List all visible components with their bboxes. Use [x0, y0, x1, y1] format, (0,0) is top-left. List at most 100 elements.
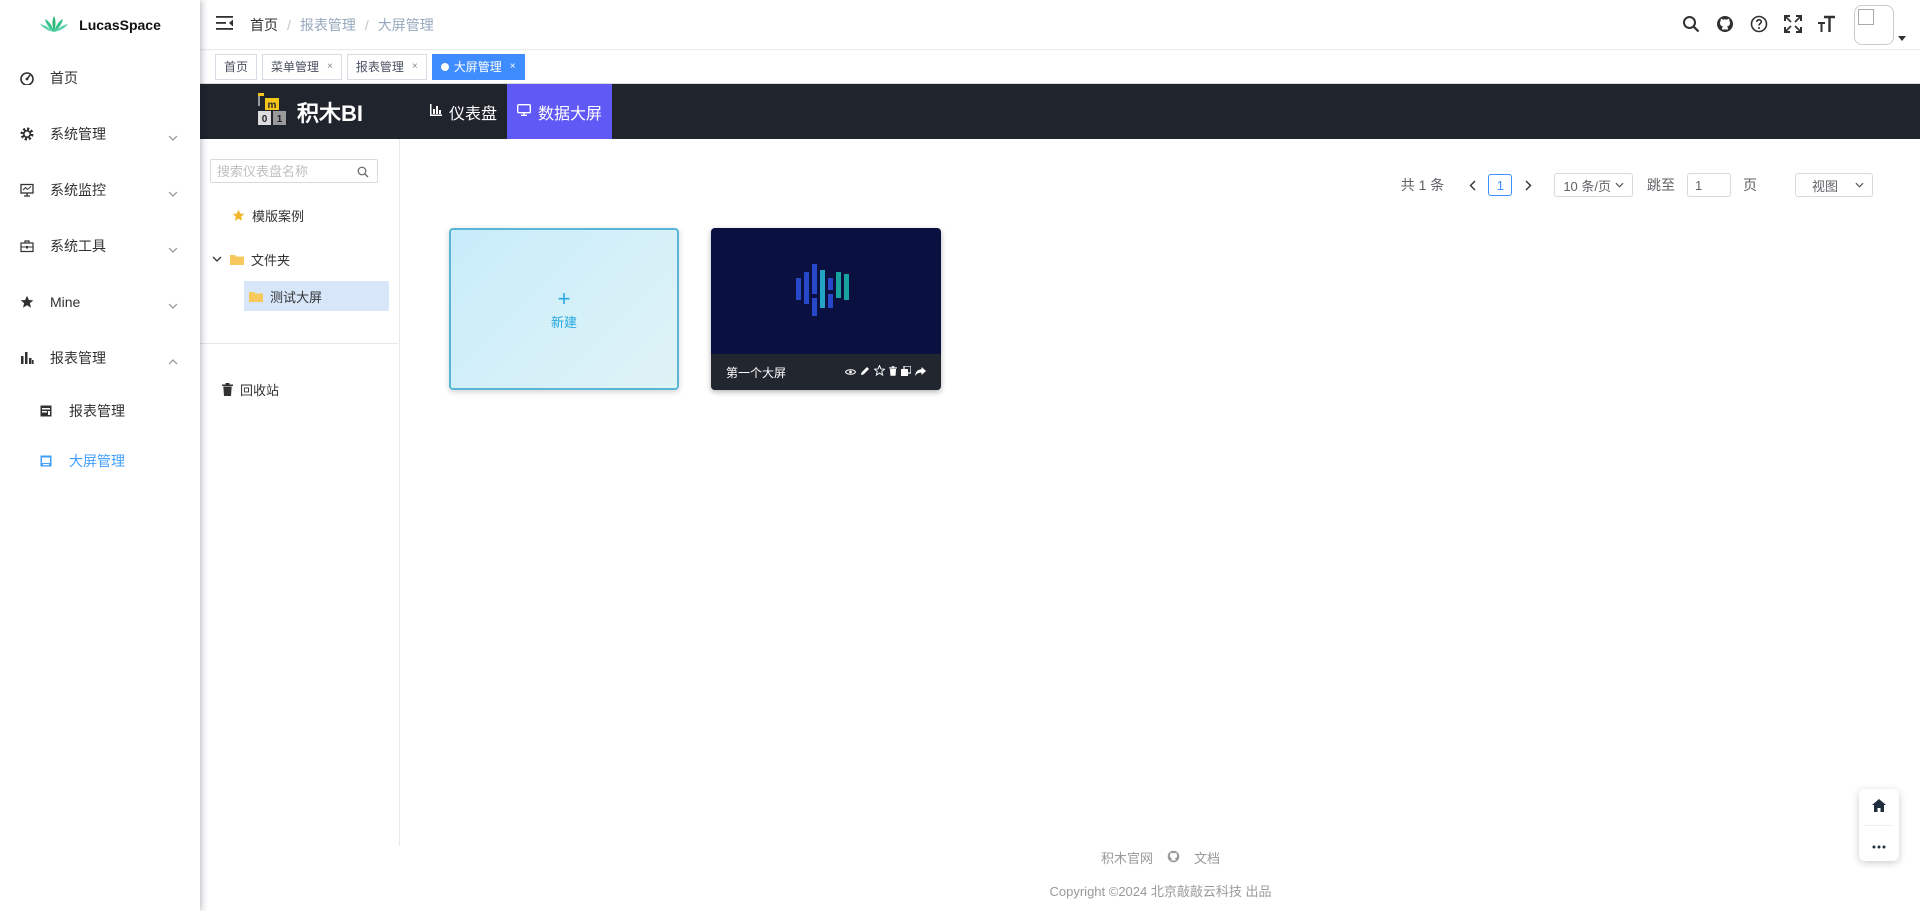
tag-report-manage[interactable]: 报表管理 ×: [346, 54, 427, 80]
submenu-label: 大屏管理: [69, 453, 125, 469]
tree-node-template[interactable]: 模版案例: [232, 205, 304, 225]
logo[interactable]: LucasSpace: [0, 0, 200, 50]
star-outline-icon[interactable]: [873, 364, 886, 379]
github-icon[interactable]: [1167, 850, 1180, 866]
close-icon[interactable]: ×: [412, 55, 418, 79]
chevron-left-icon: [1469, 180, 1476, 190]
more-button[interactable]: [1859, 826, 1899, 862]
hamburger-toggle[interactable]: [200, 0, 250, 50]
share-icon[interactable]: [915, 365, 926, 379]
pagination: 共 1 条 1 10 条/页 跳至 1 页 视图: [1401, 173, 1873, 197]
floating-toolbar: [1859, 789, 1899, 861]
tag-home[interactable]: 首页: [215, 54, 258, 80]
screen-card-footer: 第一个大屏: [711, 354, 941, 390]
menu-label: 系统监控: [50, 182, 106, 198]
chevron-down-icon[interactable]: [212, 256, 222, 262]
font-size-button[interactable]: [1810, 0, 1844, 50]
help-button[interactable]: [1742, 0, 1776, 50]
page-unit-label: 页: [1743, 177, 1757, 193]
copy-icon[interactable]: [901, 365, 912, 379]
tab-dashboard[interactable]: 仪表盘: [420, 84, 507, 139]
footer-link-official[interactable]: 积木官网: [1101, 848, 1153, 867]
tree-search-box: [210, 159, 378, 183]
menu-item-monitor[interactable]: 系统监控: [0, 162, 200, 218]
submenu-item-report-manage[interactable]: 报表管理: [0, 386, 200, 436]
chevron-down-icon: [168, 296, 178, 312]
search-button[interactable]: [1674, 0, 1708, 50]
tree-node-folder[interactable]: 文件夹: [212, 249, 290, 269]
caret-down-icon[interactable]: [1898, 28, 1906, 44]
home-button[interactable]: [1859, 789, 1899, 825]
breadcrumb-item: 报表管理: [299, 16, 356, 33]
tag-screen-manage[interactable]: 大屏管理 ×: [431, 54, 525, 80]
dashboard-icon: [20, 71, 34, 85]
chevron-down-icon: [168, 128, 178, 144]
page-footer: 积木官网 文档 Copyright ©2024 北京敲敲云科技 出品: [401, 846, 1920, 911]
tree-node-test-screen[interactable]: 测试大屏: [244, 281, 389, 311]
screen-card[interactable]: 第一个大屏: [711, 228, 941, 390]
breadcrumb-separator: /: [287, 16, 291, 33]
top-navbar: 首页 / 报表管理 / 大屏管理: [200, 0, 1920, 50]
bar-chart-icon: [20, 351, 34, 365]
svg-text:1: 1: [277, 114, 283, 125]
page-size-select[interactable]: 10 条/页: [1554, 173, 1633, 197]
active-dot-icon: [440, 63, 449, 71]
breadcrumb-item: 大屏管理: [377, 16, 434, 33]
trash-icon[interactable]: [889, 365, 897, 379]
screen-thumbnail-icon: [796, 264, 856, 322]
github-icon: [1716, 15, 1734, 36]
star-icon: [20, 295, 34, 309]
page-size-value: 10 条/页: [1563, 178, 1611, 194]
tab-label: 数据大屏: [538, 105, 603, 123]
folder-tree-panel: 模版案例 文件夹 测试大屏 回收站: [200, 139, 400, 846]
next-page-button[interactable]: [1516, 173, 1540, 197]
page-number-current[interactable]: 1: [1488, 174, 1513, 196]
close-icon[interactable]: ×: [327, 55, 333, 79]
tab-data-screen[interactable]: 数据大屏: [507, 84, 613, 139]
menu-item-tools[interactable]: 系统工具: [0, 218, 200, 274]
breadcrumb-item[interactable]: 首页: [250, 15, 278, 35]
bar-chart-icon: [430, 103, 442, 121]
broken-image-icon: [1858, 9, 1874, 25]
jimu-logo[interactable]: m 0 1 积木BI: [200, 92, 420, 132]
user-avatar[interactable]: [1854, 5, 1894, 45]
home-icon: [1872, 799, 1886, 815]
footer-links: 积木官网 文档: [401, 848, 1920, 867]
menu-label: 系统管理: [50, 126, 106, 142]
submenu-item-screen-manage[interactable]: 大屏管理: [0, 436, 200, 486]
tag-menu-manage[interactable]: 菜单管理 ×: [262, 54, 342, 80]
prev-page-button[interactable]: [1460, 173, 1484, 197]
chevron-right-icon: [1525, 180, 1532, 190]
chevron-down-icon: [168, 184, 178, 200]
dashboard-search-input[interactable]: [217, 163, 347, 179]
chevron-up-icon: [168, 352, 178, 368]
monitor-icon: [20, 183, 34, 197]
view-mode-select[interactable]: 视图: [1795, 173, 1873, 197]
search-icon[interactable]: [357, 165, 369, 181]
text-size-icon: [1817, 15, 1837, 36]
menu-item-report[interactable]: 报表管理: [0, 330, 200, 386]
svg-text:m: m: [268, 100, 277, 111]
menu-item-mine[interactable]: Mine: [0, 274, 200, 330]
github-button[interactable]: [1708, 0, 1742, 50]
jump-label: 跳至: [1647, 177, 1675, 193]
new-card-label: 新建: [550, 314, 577, 330]
new-screen-card[interactable]: + 新建: [449, 228, 679, 390]
edit-icon[interactable]: [860, 365, 870, 379]
tree-node-label: 模版案例: [252, 208, 305, 224]
jump-page-input[interactable]: 1: [1687, 173, 1731, 197]
menu-item-home[interactable]: 首页: [0, 50, 200, 106]
eye-icon[interactable]: [844, 365, 857, 379]
toolbox-icon: [20, 239, 34, 253]
report-icon: [40, 405, 52, 417]
menu-fold-icon: [216, 15, 234, 34]
recycle-bin[interactable]: 回收站: [222, 379, 279, 399]
close-icon[interactable]: ×: [510, 55, 516, 79]
svg-text:0: 0: [262, 114, 268, 125]
tree-node-label: 文件夹: [251, 252, 291, 268]
menu-item-system[interactable]: 系统管理: [0, 106, 200, 162]
tab-label: 仪表盘: [449, 105, 498, 123]
tree-divider: [200, 343, 398, 344]
footer-link-docs[interactable]: 文档: [1194, 848, 1220, 867]
fullscreen-button[interactable]: [1776, 0, 1810, 50]
